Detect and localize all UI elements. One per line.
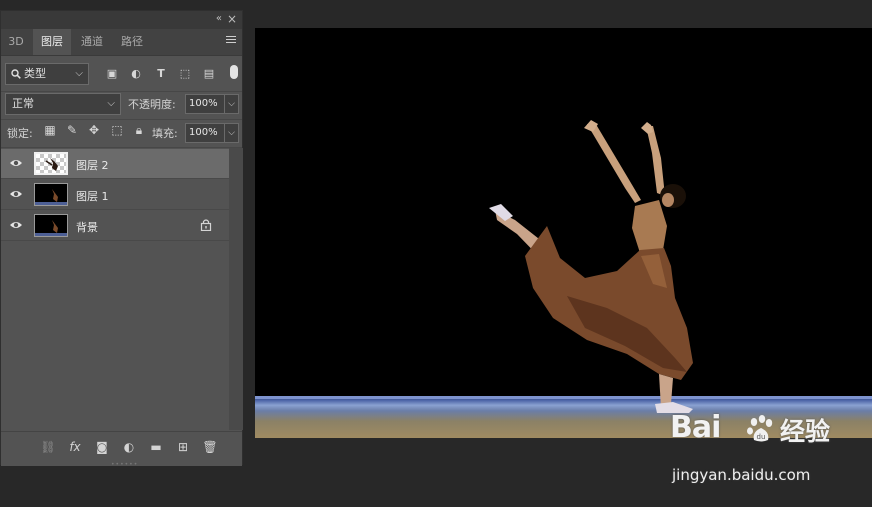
visibility-eye-icon[interactable] <box>9 188 23 200</box>
search-icon <box>11 69 21 79</box>
layer-thumbnail <box>34 183 68 206</box>
opacity-chevron-icon[interactable]: ⌵ <box>225 94 239 114</box>
blend-row: 正常 ⌵ 不透明度: 100% ⌵ <box>1 93 242 117</box>
baidu-paw-icon: du <box>747 415 773 442</box>
layer-lock-icon <box>200 219 212 231</box>
layer-name: 背景 <box>76 221 98 234</box>
tab-channels[interactable]: 通道 <box>73 29 111 55</box>
layer-thumbnail <box>34 214 68 237</box>
layers-scrollbar[interactable] <box>229 148 243 430</box>
watermark-url: jingyan.baidu.com <box>672 466 811 484</box>
fill-chevron-icon[interactable]: ⌵ <box>225 123 239 143</box>
filter-kind-value: 类型 <box>24 67 46 80</box>
adjustment-filter-icon[interactable]: ◐ <box>129 67 143 80</box>
layer-row[interactable]: 图层 1 <box>1 180 229 210</box>
divider <box>1 119 242 120</box>
lock-all-icon[interactable]: 🔒︎ <box>131 123 147 138</box>
link-layers-icon[interactable]: ⛓ <box>40 440 56 454</box>
add-mask-icon[interactable]: ◙ <box>94 440 110 454</box>
lock-image-pixels-icon[interactable]: ✎ <box>64 123 80 137</box>
image-filter-icon[interactable]: ▣ <box>105 67 119 80</box>
smart-object-filter-icon[interactable]: ▤ <box>202 67 216 80</box>
close-panel-icon[interactable]: × <box>227 12 237 26</box>
lock-label: 锁定: <box>7 127 33 140</box>
lock-position-icon[interactable]: ✥ <box>86 123 102 137</box>
chevron-down-icon: ⌵ <box>107 98 115 109</box>
layer-row[interactable]: 背景 <box>1 211 229 241</box>
new-layer-icon[interactable]: ⊞ <box>175 440 191 454</box>
layer-name: 图层 1 <box>76 190 109 203</box>
dancer-image <box>489 120 693 413</box>
visibility-eye-icon[interactable] <box>9 157 23 169</box>
chevron-down-icon: ⌵ <box>75 68 83 79</box>
document-canvas[interactable] <box>255 28 872 438</box>
visibility-eye-icon[interactable] <box>9 219 23 231</box>
lock-row: 锁定: ▦ ✎ ✥ ⬚ 🔒︎ 填充: 100% ⌵ <box>1 123 242 145</box>
filter-kind-select[interactable]: 类型 ⌵ <box>5 63 89 85</box>
opacity-input[interactable]: 100% <box>185 94 225 114</box>
layer-thumbnail <box>34 152 68 175</box>
divider <box>1 147 242 148</box>
adjustment-layer-icon[interactable]: ◐ <box>121 440 137 454</box>
fill-input[interactable]: 100% <box>185 123 225 143</box>
panel-tabs: 3D 图层 通道 路径 <box>1 29 242 56</box>
layer-style-fx-icon[interactable]: fx <box>67 440 83 454</box>
lock-artboard-icon[interactable]: ⬚ <box>109 123 125 137</box>
svg-text:du: du <box>757 433 766 441</box>
shape-filter-icon[interactable]: ⬚ <box>178 67 192 80</box>
blend-mode-value: 正常 <box>12 97 34 110</box>
tab-paths[interactable]: 路径 <box>113 29 151 55</box>
layer-name: 图层 2 <box>76 159 109 172</box>
opacity-label: 不透明度: <box>128 98 176 111</box>
baidu-jingyan-watermark: Bai du 经验 jingyan.baidu.com <box>668 410 868 490</box>
new-group-folder-icon[interactable]: ▬ <box>148 440 164 454</box>
tab-3d[interactable]: 3D <box>1 29 31 55</box>
blend-mode-select[interactable]: 正常 ⌵ <box>5 93 121 115</box>
layer-row[interactable]: 图层 2 <box>1 149 229 179</box>
delete-layer-trash-icon[interactable]: 🗑︎ <box>202 440 218 454</box>
panel-header-bar: « × <box>1 11 242 29</box>
layers-panel: « × 3D 图层 通道 路径 类型 ⌵ ▣ ◐ T ⬚ ▤ 正常 ⌵ 不透明度 <box>0 10 243 468</box>
fill-label: 填充: <box>152 127 178 140</box>
watermark-logo-text: Bai <box>670 410 721 445</box>
panel-menu-icon[interactable] <box>226 34 236 45</box>
tab-layers[interactable]: 图层 <box>33 29 71 55</box>
filter-toggle[interactable] <box>230 65 238 79</box>
resize-grip[interactable]: •••••• <box>111 461 138 468</box>
type-filter-icon[interactable]: T <box>154 67 168 80</box>
lock-transparent-pixels-icon[interactable]: ▦ <box>42 123 58 137</box>
collapse-panel-icon[interactable]: « <box>216 13 222 24</box>
divider <box>1 91 242 92</box>
watermark-jingyan-text: 经验 <box>780 417 831 446</box>
filter-row: 类型 ⌵ ▣ ◐ T ⬚ ▤ <box>1 63 242 87</box>
